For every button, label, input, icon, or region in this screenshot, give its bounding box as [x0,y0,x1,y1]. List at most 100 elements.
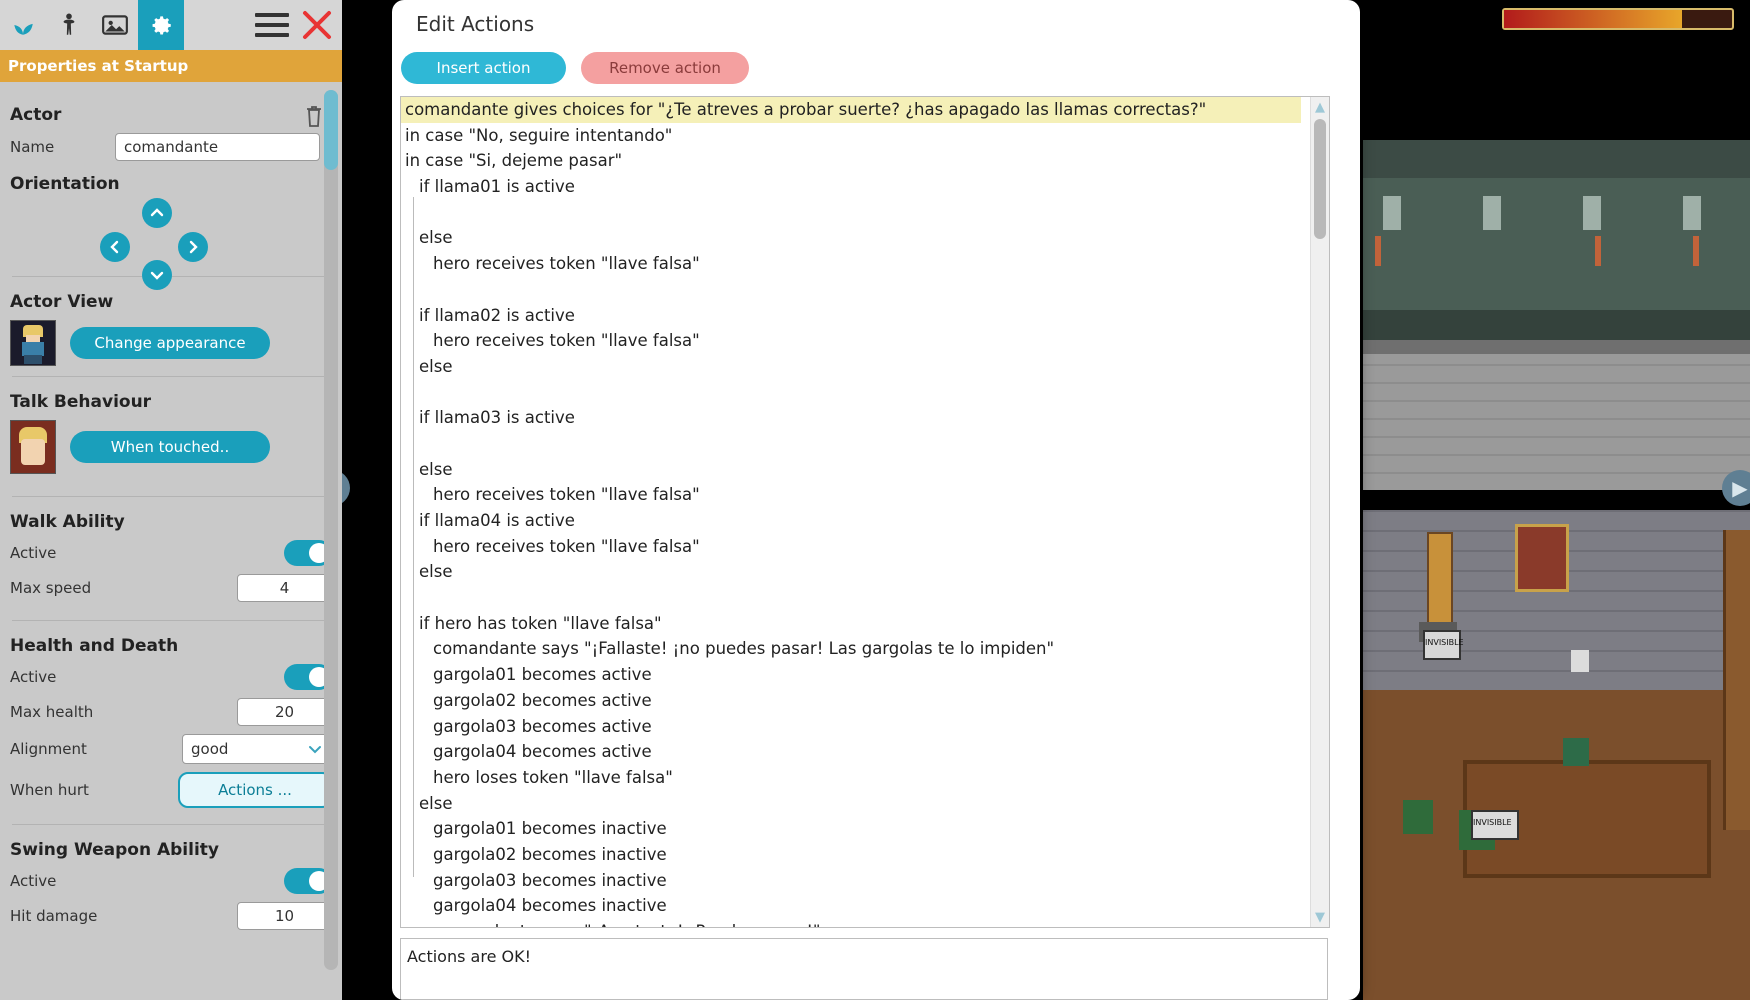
action-line[interactable]: in case "Si, dejeme pasar" [401,148,1301,174]
action-line[interactable]: gargola03 becomes active [401,714,1301,740]
action-line[interactable]: if llama01 is active [401,174,1301,200]
dialog-title: Edit Actions [416,12,535,36]
change-appearance-button[interactable]: Change appearance [70,327,270,359]
actor-view-section-header: Actor View [10,292,114,312]
close-button[interactable] [300,8,334,42]
divider [12,496,330,497]
action-line[interactable]: hero receives token "llave falsa" [401,534,1301,560]
alignment-row: Alignment good [0,730,342,768]
action-line[interactable]: if llama02 is active [401,303,1301,329]
divider [12,824,330,825]
invisible-label: INVISIBLE [1473,818,1512,827]
scroll-left-button[interactable]: ◀ [342,470,350,506]
action-line[interactable]: else [401,354,1301,380]
action-line[interactable]: gargola04 becomes active [401,739,1301,765]
person-icon [63,13,75,35]
orientation-left-button[interactable] [100,232,130,262]
action-line[interactable]: comandante says "¡Acertaste! ¡Puedes pas… [401,919,1301,927]
scroll-right-button[interactable]: ▶ [1722,470,1750,506]
action-line[interactable]: gargola01 becomes inactive [401,816,1301,842]
hit-damage-label: Hit damage [10,907,98,925]
when-hurt-label: When hurt [10,781,89,799]
action-line[interactable]: gargola02 becomes inactive [401,842,1301,868]
chevron-down-icon [150,271,164,280]
insert-action-button[interactable]: Insert action [401,52,566,84]
action-line[interactable]: gargola04 becomes inactive [401,893,1301,919]
action-line[interactable]: else [401,457,1301,483]
invisible-label: INVISIBLE [1425,638,1464,647]
health-bar-fill [1504,10,1682,28]
health-active-row: Active [0,660,342,694]
name-input[interactable]: comandante [115,133,320,161]
action-line[interactable]: gargola01 becomes active [401,662,1301,688]
action-line[interactable]: comandante gives choices for "¿Te atreve… [401,97,1301,123]
orientation-down-button[interactable] [142,260,172,290]
health-bar [1502,8,1734,30]
alignment-select[interactable]: good [182,734,332,764]
action-line[interactable]: if llama04 is active [401,508,1301,534]
remove-action-button[interactable]: Remove action [581,52,749,84]
action-line[interactable]: hero receives token "llave falsa" [401,251,1301,277]
actions-list[interactable]: comandante gives choices for "¿Te atreve… [400,96,1330,928]
menu-button[interactable] [255,13,289,37]
actor-view-row: Change appearance [0,316,342,370]
map-upper-region [1363,140,1750,490]
actions-list-body: comandante gives choices for "¿Te atreve… [401,97,1301,927]
when-hurt-actions-button[interactable]: Actions ... [178,772,332,808]
actions-scrollbar[interactable]: ▲ ▼ [1310,97,1329,927]
action-line[interactable]: gargola03 becomes inactive [401,868,1301,894]
action-line[interactable]: hero loses token "llave falsa" [401,765,1301,791]
action-line[interactable]: hero receives token "llave falsa" [401,328,1301,354]
plant-tool-button[interactable] [0,0,46,50]
when-touched-button[interactable]: When touched.. [70,431,270,463]
alignment-value: good [191,740,229,758]
action-line[interactable] [401,380,1301,406]
action-line[interactable]: else [401,559,1301,585]
delete-actor-button[interactable] [304,104,324,132]
health-active-label: Active [10,668,57,686]
menu-line [255,23,289,27]
portrait-avatar [10,420,56,474]
image-tool-button[interactable] [92,0,138,50]
scroll-down-icon[interactable]: ▼ [1313,910,1327,925]
swing-weapon-section-header: Swing Weapon Ability [10,840,219,860]
max-health-input[interactable]: 20 [237,698,332,726]
panel-scrollbar[interactable] [324,90,338,970]
action-line[interactable]: in case "No, seguire intentando" [401,123,1301,149]
action-line[interactable]: else [401,225,1301,251]
action-line[interactable]: if llama03 is active [401,405,1301,431]
action-line[interactable]: comandante says "¡Fallaste! ¡no puedes p… [401,636,1301,662]
action-line[interactable] [401,431,1301,457]
chevron-down-icon [309,746,321,754]
panel-toolbar [0,0,342,50]
action-line[interactable] [401,277,1301,303]
scroll-up-icon[interactable]: ▲ [1313,100,1327,115]
menu-line [255,13,289,17]
action-line[interactable] [401,200,1301,226]
orientation-up-button[interactable] [142,198,172,228]
action-line[interactable]: if hero has token "llave falsa" [401,611,1301,637]
max-speed-input[interactable]: 4 [237,574,332,602]
action-line[interactable] [401,585,1301,611]
scrollbar-thumb[interactable] [1314,119,1326,239]
talk-behaviour-section-header: Talk Behaviour [10,392,152,412]
swing-active-row: Active [0,864,342,898]
chevron-up-icon [150,208,164,217]
action-line[interactable]: gargola02 becomes active [401,688,1301,714]
map-lower-region: INVISIBLE INVISIBLE [1363,510,1750,1000]
trash-icon [307,106,321,127]
alignment-label: Alignment [10,740,87,758]
action-line[interactable]: hero receives token "llave falsa" [401,482,1301,508]
action-line[interactable]: else [401,791,1301,817]
max-health-row: Max health 20 [0,694,342,730]
hit-damage-input[interactable]: 10 [237,902,332,930]
chevron-left-icon [110,240,119,254]
scrollbar-thumb[interactable] [324,90,338,170]
settings-tool-button[interactable] [138,0,184,50]
orientation-right-button[interactable] [178,232,208,262]
orientation-section-header: Orientation [10,174,120,194]
when-hurt-row: When hurt Actions ... [0,768,342,812]
close-icon [303,11,331,39]
person-tool-button[interactable] [46,0,92,50]
divider [12,376,330,377]
